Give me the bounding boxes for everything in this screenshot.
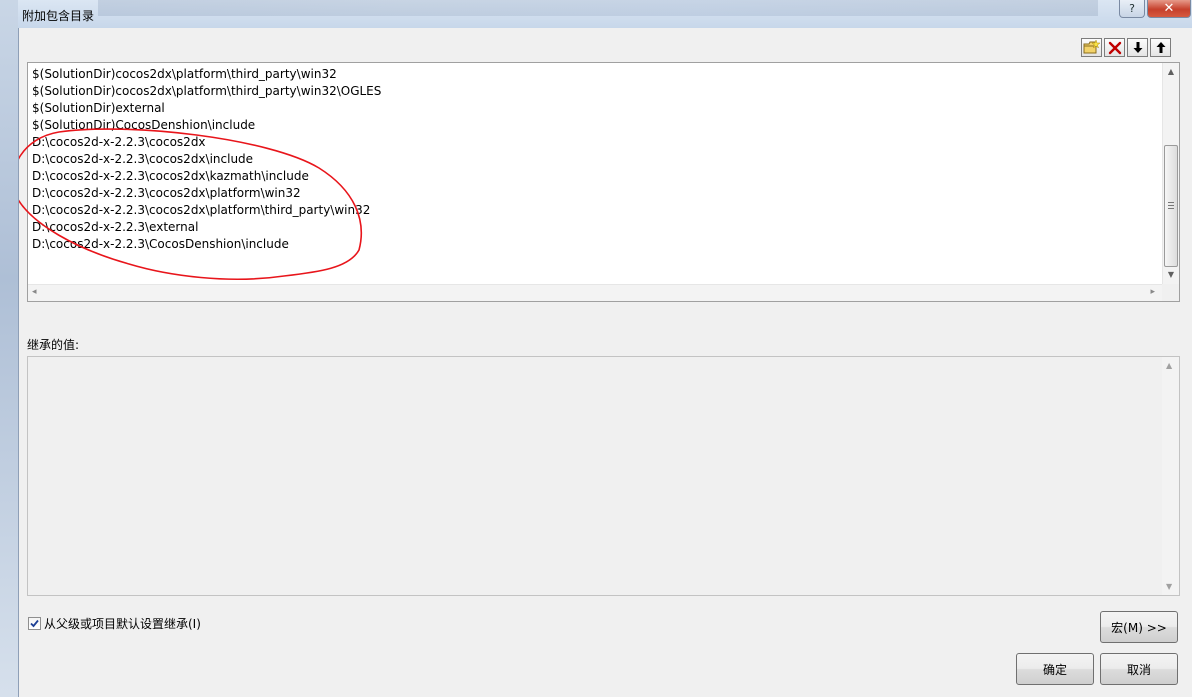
grip-icon — [1168, 202, 1174, 209]
inherit-checkbox[interactable] — [28, 617, 41, 630]
scroll-corner — [1162, 284, 1179, 301]
list-item[interactable]: $(SolutionDir)cocos2dx\platform\third_pa… — [32, 83, 381, 100]
ok-button[interactable]: 确定 — [1016, 653, 1094, 685]
list-item[interactable]: D:\cocos2d-x-2.2.3\CocosDenshion\include — [32, 236, 381, 253]
scroll-thumb[interactable] — [1164, 145, 1178, 267]
list-item[interactable]: $(SolutionDir)cocos2dx\platform\third_pa… — [32, 66, 381, 83]
scroll-down-arrow-icon: ▼ — [1166, 582, 1173, 591]
title-bar: 附加包含目录 ? ✕ — [18, 0, 1192, 28]
inherited-values-label: 继承的值: — [27, 338, 80, 352]
list-horizontal-scrollbar[interactable]: ◂ ▸ — [28, 284, 1163, 301]
dialog-body: $(SolutionDir)cocos2dx\platform\third_pa… — [18, 28, 1192, 697]
list-items: $(SolutionDir)cocos2dx\platform\third_pa… — [32, 66, 381, 253]
scroll-up-arrow-icon: ▲ — [1166, 361, 1173, 370]
delete-icon — [1108, 41, 1121, 54]
close-icon: ✕ — [1163, 1, 1175, 16]
list-item[interactable]: D:\cocos2d-x-2.2.3\cocos2dx — [32, 134, 381, 151]
inherit-checkbox-row[interactable]: 从父级或项目默认设置继承(I) — [28, 615, 201, 632]
background-strip — [0, 0, 18, 697]
move-down-icon — [1133, 42, 1142, 53]
list-item[interactable]: D:\cocos2d-x-2.2.3\cocos2dx\platform\thi… — [32, 202, 381, 219]
scroll-right-arrow-icon[interactable]: ▸ — [1150, 287, 1155, 297]
help-icon: ? — [1129, 2, 1135, 15]
close-button[interactable]: ✕ — [1147, 0, 1191, 18]
help-button[interactable]: ? — [1119, 0, 1145, 18]
new-line-button[interactable] — [1081, 38, 1102, 57]
checkmark-icon — [30, 619, 39, 628]
scroll-up-arrow-icon[interactable]: ▲ — [1163, 65, 1179, 79]
title-bar-background — [98, 0, 1098, 16]
list-item[interactable]: $(SolutionDir)external — [32, 100, 381, 117]
list-item[interactable]: D:\cocos2d-x-2.2.3\cocos2dx\include — [32, 151, 381, 168]
list-vertical-scrollbar[interactable]: ▲ ▼ — [1162, 63, 1179, 284]
move-up-icon — [1156, 42, 1165, 53]
move-up-button[interactable] — [1150, 38, 1171, 57]
new-line-icon — [1083, 40, 1100, 54]
inherited-scrollbar: ▲ ▼ — [1162, 357, 1179, 595]
list-toolbar — [1081, 38, 1171, 57]
include-dir-list[interactable]: $(SolutionDir)cocos2dx\platform\third_pa… — [27, 62, 1180, 302]
cancel-button[interactable]: 取消 — [1100, 653, 1178, 685]
window-title: 附加包含目录 — [22, 9, 95, 23]
inherited-values-box: ▲ ▼ — [27, 356, 1180, 596]
inherit-checkbox-label[interactable]: 从父级或项目默认设置继承(I) — [44, 615, 201, 632]
scroll-down-arrow-icon[interactable]: ▼ — [1163, 268, 1179, 282]
delete-button[interactable] — [1104, 38, 1125, 57]
macro-button[interactable]: 宏(M) >> — [1100, 611, 1178, 643]
scroll-left-arrow-icon[interactable]: ◂ — [32, 287, 37, 297]
list-item[interactable]: D:\cocos2d-x-2.2.3\external — [32, 219, 381, 236]
list-item[interactable]: D:\cocos2d-x-2.2.3\cocos2dx\platform\win… — [32, 185, 381, 202]
list-item[interactable]: $(SolutionDir)CocosDenshion\include — [32, 117, 381, 134]
list-item[interactable]: D:\cocos2d-x-2.2.3\cocos2dx\kazmath\incl… — [32, 168, 381, 185]
move-down-button[interactable] — [1127, 38, 1148, 57]
